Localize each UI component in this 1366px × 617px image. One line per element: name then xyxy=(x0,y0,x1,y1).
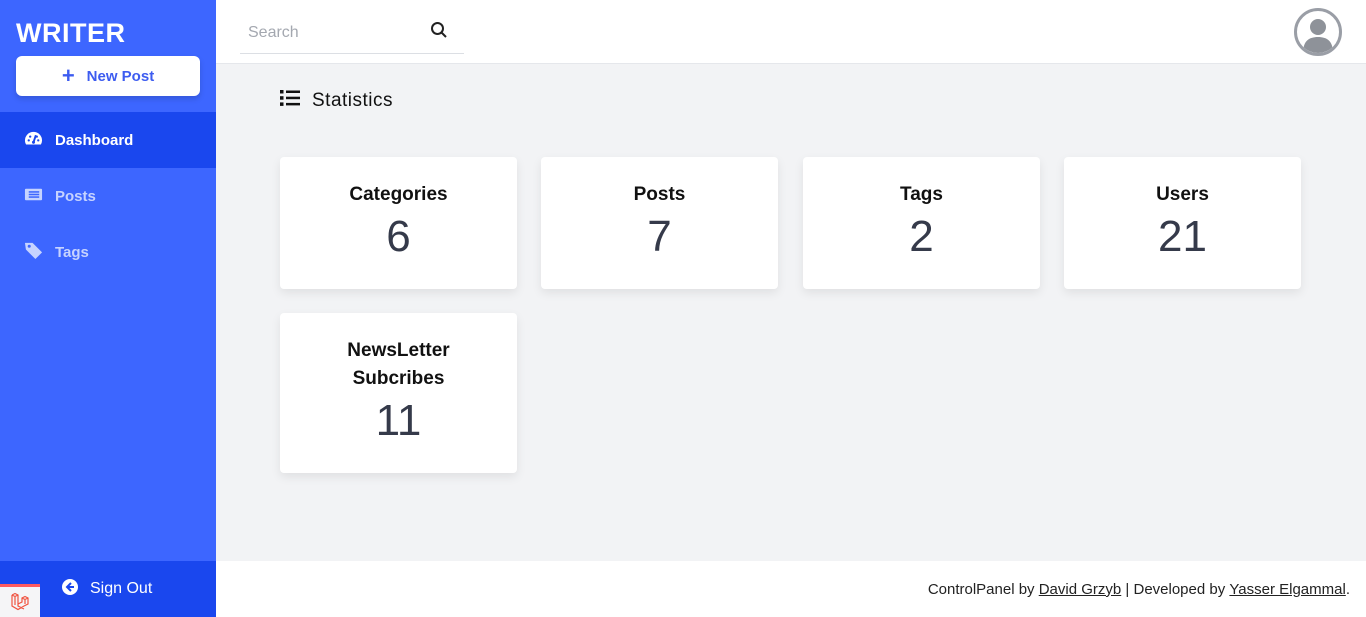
footer: ControlPanel by David Grzyb | Developed … xyxy=(216,561,1366,617)
sidebar-item-label: Posts xyxy=(55,187,96,205)
stat-value: 7 xyxy=(647,212,672,261)
footer-prefix: ControlPanel by xyxy=(927,580,1035,598)
section-title-text: Statistics xyxy=(312,90,394,111)
new-post-label: New Post xyxy=(86,67,155,85)
stat-card-tags: Tags 2 xyxy=(803,157,1040,289)
search-box xyxy=(240,12,464,54)
sidebar-item-label: Tags xyxy=(55,243,89,261)
author-link[interactable]: David Grzyb xyxy=(1039,581,1122,598)
stat-label: Users xyxy=(1156,184,1209,205)
sidebar-item-label: Dashboard xyxy=(55,131,134,149)
stat-label: Tags xyxy=(900,184,943,205)
search-icon[interactable] xyxy=(430,21,448,44)
list-icon xyxy=(280,90,300,112)
user-silhouette-icon xyxy=(1303,19,1333,53)
stat-value: 2 xyxy=(909,212,934,261)
stat-label: Posts xyxy=(633,184,686,205)
laravel-logo-icon[interactable] xyxy=(0,584,40,617)
user-avatar[interactable] xyxy=(1294,8,1342,56)
stat-card-newsletter: NewsLetter Subcribes 11 xyxy=(280,313,517,473)
stat-label: Categories xyxy=(349,184,448,205)
tag-icon xyxy=(24,241,43,264)
newspaper-icon xyxy=(24,185,43,208)
new-post-button[interactable]: + New Post xyxy=(16,56,200,96)
sidebar-item-posts[interactable]: Posts xyxy=(0,168,216,224)
stat-value: 21 xyxy=(1158,212,1207,261)
brand-logo: WRITER xyxy=(16,18,126,48)
tachometer-icon xyxy=(24,129,43,152)
search-input[interactable] xyxy=(240,23,420,42)
footer-suffix: . xyxy=(1345,580,1350,598)
arrow-circle-left-icon xyxy=(62,578,78,600)
sidebar-item-tags[interactable]: Tags xyxy=(0,224,216,280)
stat-label: NewsLetter Subcribes xyxy=(347,340,450,389)
stat-card-users: Users 21 xyxy=(1064,157,1301,289)
sign-out-label: Sign Out xyxy=(90,580,153,597)
plus-icon: + xyxy=(61,63,75,88)
stat-card-categories: Categories 6 xyxy=(280,157,517,289)
footer-separator: | Developed by xyxy=(1125,580,1226,598)
section-title: Statistics xyxy=(280,90,393,112)
stat-value: 6 xyxy=(386,212,411,261)
sidebar-item-dashboard[interactable]: Dashboard xyxy=(0,112,216,168)
stat-value: 11 xyxy=(375,396,422,445)
sidebar: WRITER + New Post Dashboard Posts Tags S… xyxy=(0,0,216,617)
top-bar xyxy=(216,0,1366,64)
stat-card-posts: Posts 7 xyxy=(541,157,778,289)
developer-link[interactable]: Yasser Elgammal xyxy=(1229,581,1345,598)
